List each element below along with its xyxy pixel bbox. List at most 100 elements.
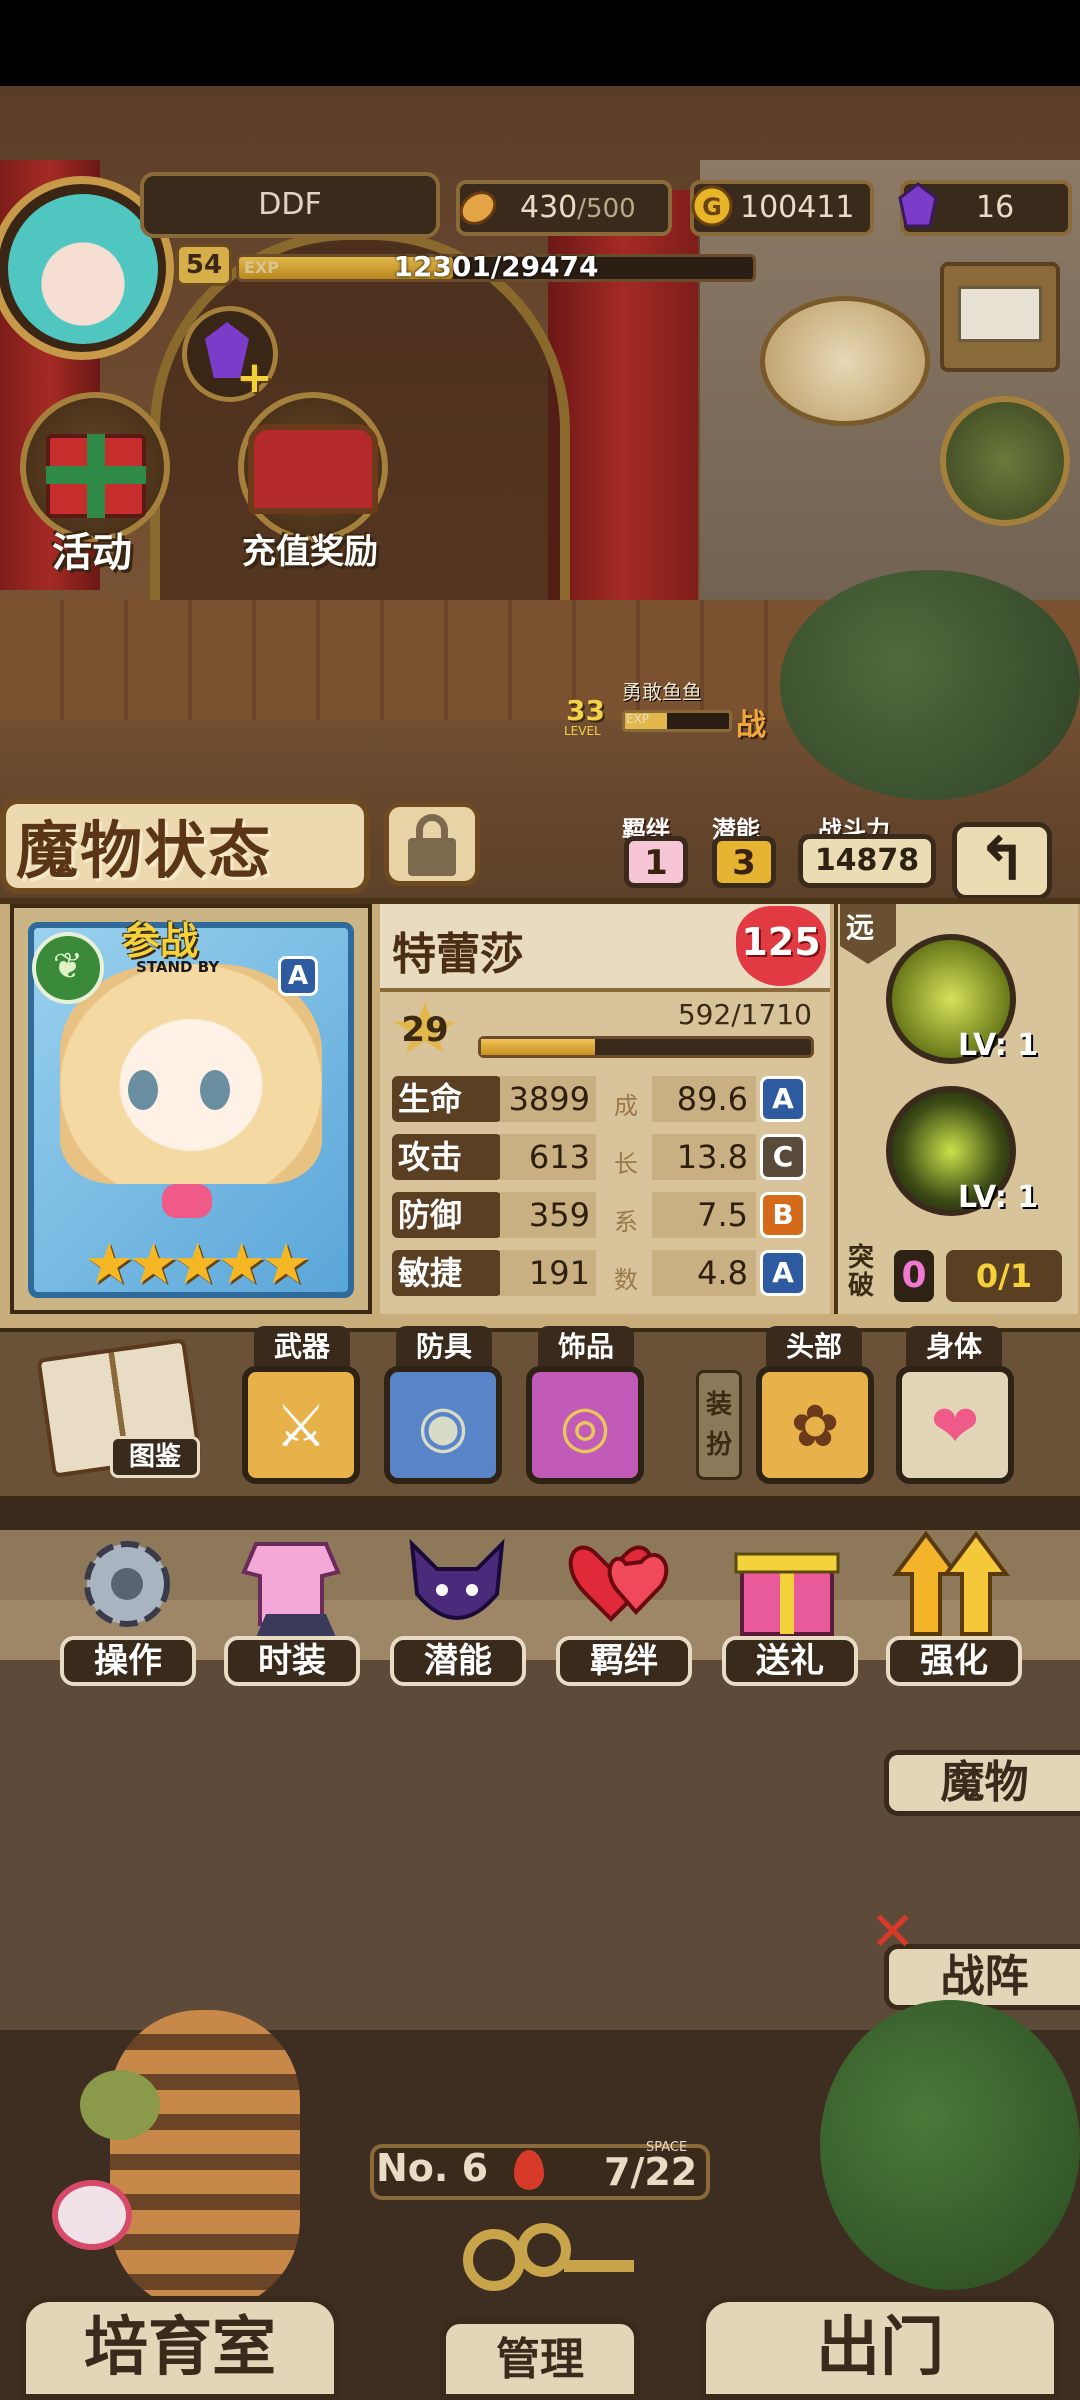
manage-button[interactable]: 管理 — [440, 2318, 640, 2400]
body-label: 身体 — [906, 1326, 1002, 1366]
growth-char: 系 — [614, 1208, 638, 1236]
stat-value-attack: 613 — [500, 1134, 596, 1180]
crossed-swords-icon: ✕ — [870, 1900, 916, 1963]
hearts-icon — [568, 1545, 669, 1622]
backpack-button[interactable] — [940, 396, 1070, 526]
room-number: No. 6 — [376, 2146, 489, 2190]
clothes-icon — [241, 1542, 341, 1642]
accessory-label: 饰品 — [538, 1326, 634, 1366]
hairpin-icon: ✿ — [790, 1392, 840, 1460]
growth-value-agility: 4.8 — [652, 1250, 756, 1296]
dress-up-label: 装扮 — [696, 1370, 742, 1480]
player-name: DDF — [258, 187, 322, 222]
upgrade-arrows-icon — [892, 1530, 1010, 1636]
gold-value: 100411 — [740, 190, 855, 225]
monster-exp-text: 592/1710 — [677, 998, 812, 1031]
stat-label-attack: 攻击 — [392, 1134, 502, 1180]
background-tree — [780, 570, 1080, 800]
affection-level: 125 — [741, 920, 821, 964]
skill-2-level: LV: 1 — [958, 1180, 1039, 1215]
lock-icon-body — [408, 838, 456, 876]
demon-icon — [409, 1538, 505, 1620]
body-slot[interactable]: ❤ — [896, 1366, 1014, 1484]
page-title: 魔物状态 — [16, 814, 273, 887]
sword-icon: ⚔ — [275, 1392, 327, 1460]
treasure-chest-icon — [248, 424, 378, 514]
growth-value-defense: 7.5 — [652, 1192, 756, 1238]
gold-coin-icon: G — [691, 185, 733, 227]
winged-heart-icon: ❤ — [930, 1392, 980, 1460]
heart-icon — [162, 1184, 212, 1218]
bush-decoration — [820, 2000, 1080, 2290]
monster-name: 特蕾莎 — [392, 929, 524, 980]
growth-char: 成 — [614, 1092, 638, 1120]
rank-badge: A — [278, 956, 318, 996]
stat-value-hp: 3899 — [500, 1076, 596, 1122]
growth-char: 长 — [614, 1150, 638, 1178]
enemy-battle-button[interactable]: 战 — [736, 700, 766, 744]
gift-ribbon — [46, 466, 146, 484]
gems-value: 16 — [976, 190, 1015, 225]
monsters-nav-button[interactable]: 魔物 — [884, 1750, 1080, 1816]
player-level: 54 — [176, 244, 232, 286]
grade-badge-defense: B — [760, 1192, 806, 1238]
nursery-button[interactable]: 培育室 — [20, 2296, 340, 2400]
portrait-eye — [128, 1070, 158, 1110]
stat-label-agility: 敏捷 — [392, 1250, 502, 1296]
star-rating: ★★★★★ — [84, 1232, 311, 1297]
growth-value-attack: 13.8 — [652, 1134, 756, 1180]
head-label: 头部 — [766, 1326, 862, 1366]
enemy-exp-tag: EXP — [626, 712, 650, 726]
bread-icon — [459, 191, 497, 225]
stat-label-defense: 防御 — [392, 1192, 502, 1238]
skill-1-level: LV: 1 — [958, 1028, 1039, 1063]
avatar-face — [8, 194, 158, 344]
shield-icon: ◉ — [417, 1392, 469, 1460]
stamina-value: 430/500 — [520, 190, 636, 225]
guide-button-label[interactable]: 图鉴 — [110, 1436, 200, 1478]
gear-icon — [84, 1541, 170, 1627]
action-gift-button[interactable]: 送礼 — [722, 1636, 858, 1686]
action-operate-button[interactable]: 操作 — [60, 1636, 196, 1686]
player-exp-text: 12301/29474 — [393, 250, 599, 283]
quest-scroll-icon[interactable] — [760, 296, 930, 426]
gem-icon — [898, 182, 938, 228]
stat-label-hp: 生命 — [392, 1076, 502, 1122]
monster-level: 29 — [401, 1010, 449, 1050]
action-potential-button[interactable]: 潜能 — [390, 1636, 526, 1686]
keys-icon — [463, 2223, 634, 2291]
enemy-level-tag: LEVEL — [564, 724, 601, 738]
weapon-label: 武器 — [254, 1326, 350, 1366]
head-slot[interactable]: ✿ — [756, 1366, 874, 1484]
action-bond-button[interactable]: 羁绊 — [556, 1636, 692, 1686]
exit-button[interactable]: 出门 — [700, 2296, 1060, 2400]
weapon-slot[interactable]: ⚔ — [242, 1366, 360, 1484]
potential-value[interactable]: 3 — [712, 836, 776, 888]
breakthrough-progress[interactable]: 0/1 — [946, 1250, 1062, 1302]
breakthrough-value: 0 — [894, 1250, 934, 1302]
space-value: 7/22 — [604, 2150, 698, 2194]
gift-icon — [734, 1552, 840, 1636]
standby-label: 参战 — [122, 919, 199, 963]
plus-icon: + — [236, 352, 273, 403]
grade-badge-agility: A — [760, 1250, 806, 1296]
range-label: 远 — [846, 911, 875, 944]
egg-decoration — [80, 2070, 160, 2140]
breakthrough-label: 突破 — [848, 1243, 875, 1301]
status-bar — [0, 0, 1080, 86]
monster-exp-bar — [478, 1036, 814, 1058]
back-button[interactable]: ↰ — [952, 822, 1052, 900]
tail-decoration — [110, 2010, 300, 2310]
stat-value-defense: 359 — [500, 1192, 596, 1238]
growth-value-hp: 89.6 — [652, 1076, 756, 1122]
stat-value-agility: 191 — [500, 1250, 596, 1296]
action-enhance-button[interactable]: 强化 — [886, 1636, 1022, 1686]
standby-label-en: STAND BY — [136, 958, 220, 976]
leaf-icon: ❦ — [32, 932, 104, 1004]
action-fashion-button[interactable]: 时装 — [224, 1636, 360, 1686]
enemy-level: 33 — [566, 694, 605, 727]
accessory-slot[interactable]: ◎ — [526, 1366, 644, 1484]
armor-slot[interactable]: ◉ — [384, 1366, 502, 1484]
portrait-eye — [200, 1070, 230, 1110]
bond-value[interactable]: 1 — [624, 836, 688, 888]
